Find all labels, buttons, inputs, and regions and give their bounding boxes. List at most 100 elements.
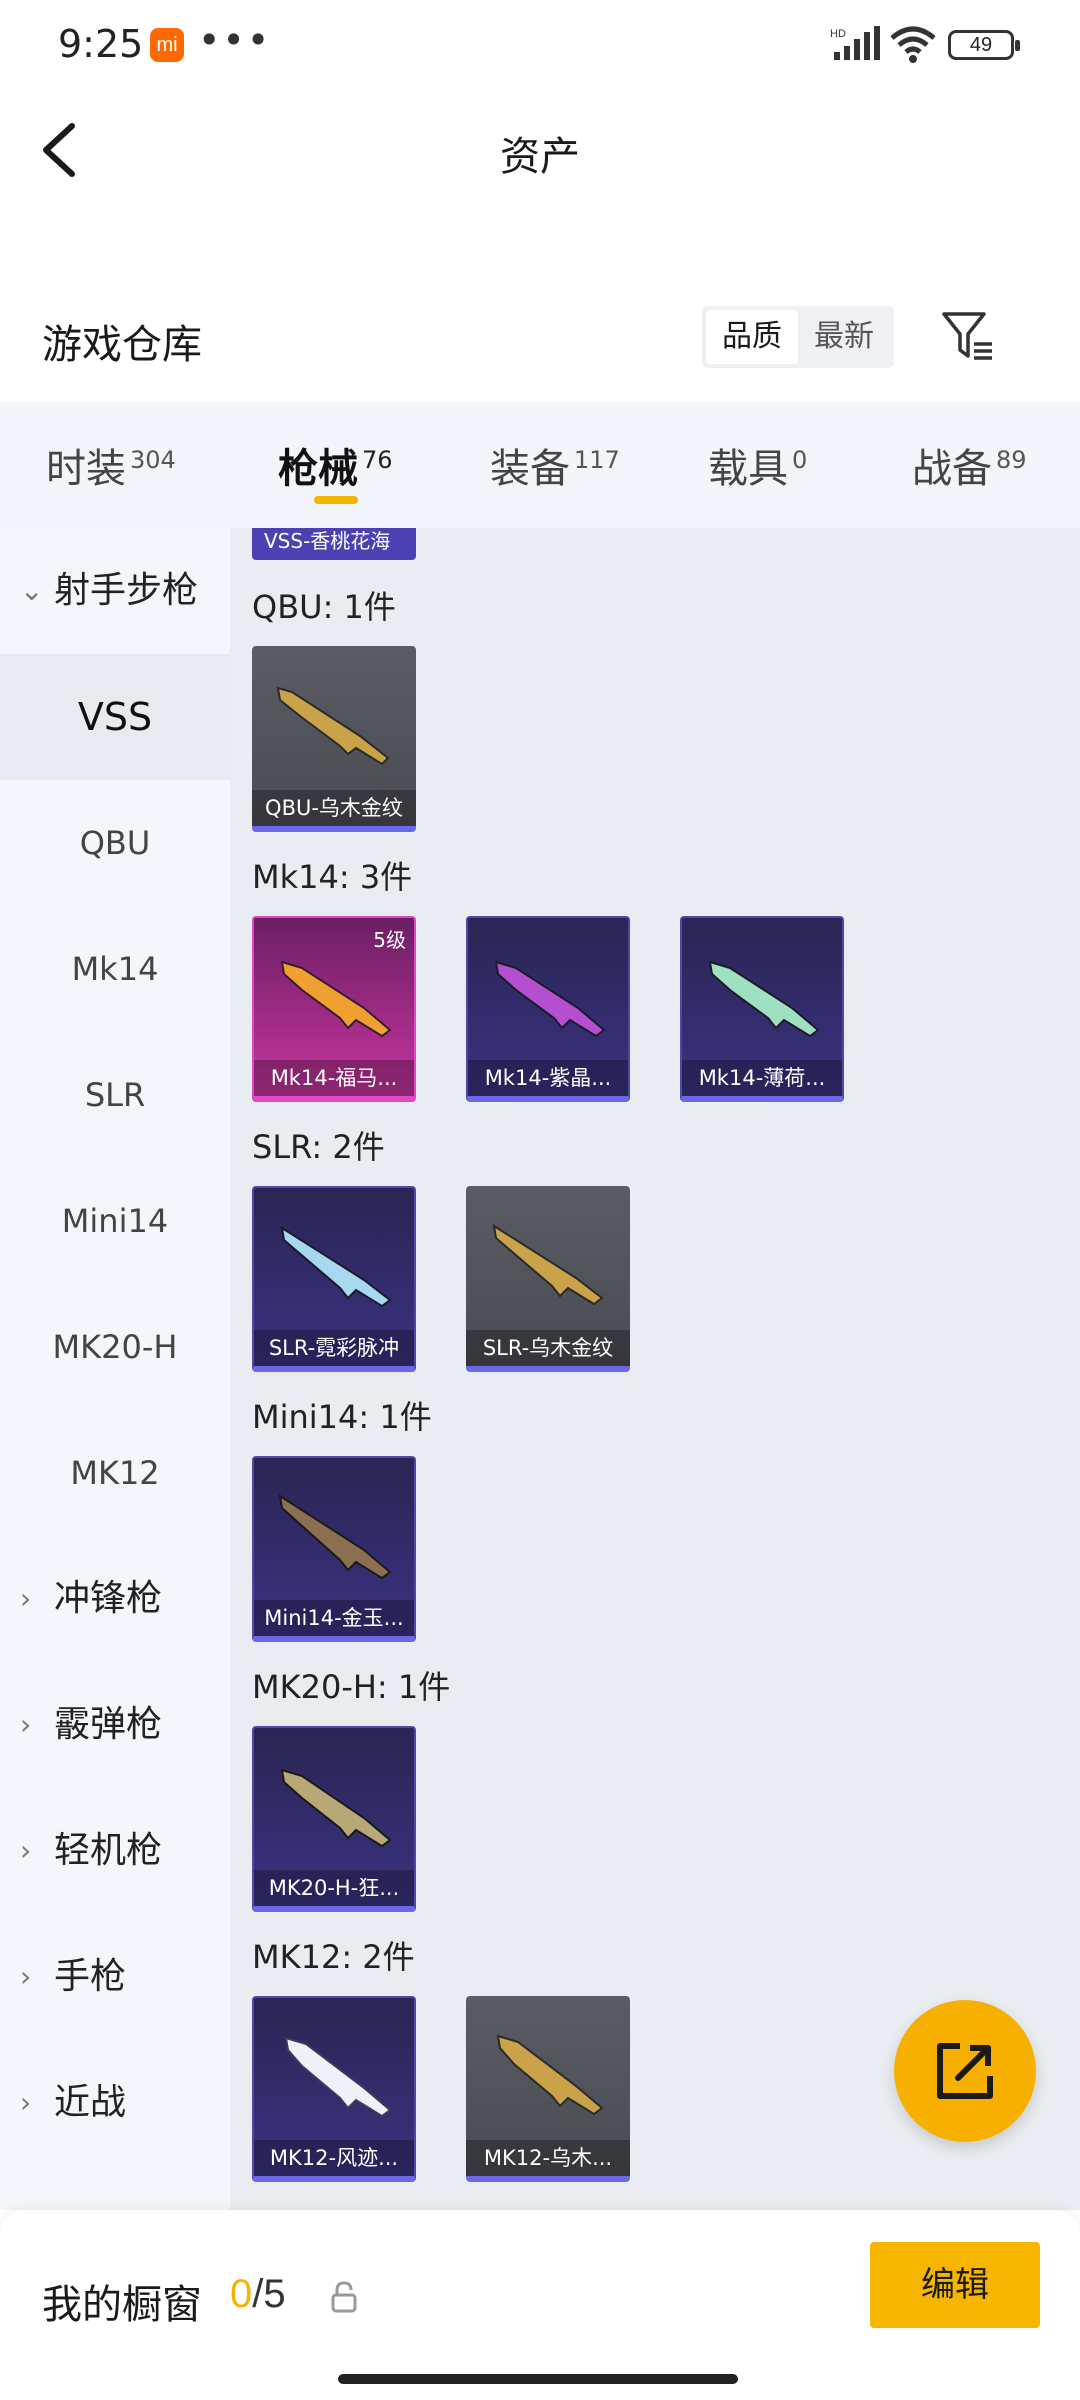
rifle-icon (276, 686, 390, 766)
chevron-right-icon: › (20, 2086, 32, 2119)
home-indicator[interactable] (338, 2374, 738, 2384)
skin-name: SLR-霓彩脉冲 (254, 1330, 414, 1366)
sidebar-item-mini14[interactable]: Mini14 (0, 1158, 230, 1284)
skin-card-partial[interactable]: VSS-香桃花海 (252, 528, 416, 560)
group-label-mk20h: MK20-H: 1件 (252, 1668, 451, 1706)
rifle-icon (280, 1225, 392, 1308)
sidebar-item-label: 轻机枪 (54, 1830, 163, 1871)
more-notifications-icon: ••• (198, 18, 272, 62)
skin-card[interactable]: Mk14-薄荷... (680, 916, 844, 1102)
skin-name: MK12-乌木... (466, 2140, 630, 2176)
group-label-mini14: Mini14: 1件 (252, 1398, 432, 1436)
edit-button[interactable]: 编辑 (870, 2242, 1040, 2328)
tab-label: 枪械 (278, 446, 358, 492)
rifle-icon (492, 1223, 604, 1306)
weapon-sidebar: ⌄ 射手步枪 VSS QBU Mk14 SLR Mini14 MK20-H MK… (0, 528, 230, 2210)
sidebar-item-qbu[interactable]: QBU (0, 780, 230, 906)
skin-card[interactable]: Mini14-金玉... (252, 1456, 416, 1642)
skin-name: Mk14-薄荷... (682, 1060, 842, 1096)
skin-card[interactable]: QBU-乌木金纹 (252, 646, 416, 832)
sidebar-group-melee[interactable]: › 近战 (0, 2040, 230, 2166)
sidebar-group-shotgun[interactable]: › 霰弹枪 (0, 1662, 230, 1788)
warehouse-title: 游戏仓库 (42, 322, 202, 368)
rifle-icon (494, 960, 606, 1038)
skin-name: SLR-乌木金纹 (466, 1330, 630, 1366)
battery-indicator: 49 (948, 30, 1020, 60)
status-time: 9:25 (58, 22, 144, 66)
chevron-down-icon: ⌄ (20, 574, 44, 607)
tab-combat-supplies[interactable]: 战备 89 (912, 436, 1027, 494)
sidebar-item-label: 射手步枪 (54, 570, 199, 611)
rifle-icon (280, 960, 392, 1038)
sidebar-group-marksman-rifles[interactable]: ⌄ 射手步枪 (0, 528, 230, 654)
sidebar-item-label: 手枪 (54, 1956, 127, 1997)
filter-icon[interactable] (940, 308, 996, 364)
sort-toggle: 品质 最新 (702, 306, 894, 368)
skin-name: QBU-乌木金纹 (252, 790, 416, 826)
tab-label: 战备 (912, 446, 992, 492)
skin-name: MK20-H-狂... (254, 1870, 414, 1906)
skin-name: Mk14-紫晶... (468, 1060, 628, 1096)
rifle-icon (280, 1768, 392, 1848)
tab-count: 0 (792, 445, 808, 474)
chevron-right-icon: › (20, 1960, 32, 1993)
sidebar-group-smg[interactable]: › 冲锋枪 (0, 1536, 230, 1662)
chevron-right-icon: › (20, 1582, 32, 1615)
tab-vehicles[interactable]: 载具 0 (708, 436, 807, 494)
skin-card[interactable]: 5级 Mk14-福马... (252, 916, 416, 1102)
rifle-icon (284, 2036, 392, 2118)
sidebar-item-label: 近战 (54, 2082, 127, 2123)
tab-firearms[interactable]: 枪械 76 (278, 436, 393, 494)
external-link-icon (937, 2043, 993, 2099)
sidebar-item-label: 冲锋枪 (54, 1578, 163, 1619)
chevron-right-icon: › (20, 1834, 32, 1867)
tab-label: 时装 (46, 446, 126, 492)
skin-name: MK12-风迹... (254, 2140, 414, 2176)
sidebar-item-slr[interactable]: SLR (0, 1032, 230, 1158)
tab-count: 76 (362, 445, 393, 474)
skin-name: Mk14-福马... (254, 1060, 414, 1096)
skin-card[interactable]: SLR-乌木金纹 (466, 1186, 630, 1372)
lock-icon (331, 2281, 357, 2313)
skin-level-badge: 5级 (373, 928, 406, 952)
rifle-icon (496, 2034, 604, 2116)
status-bar: 9:25 mi ••• HD 49 (0, 0, 1080, 90)
skin-card[interactable]: MK12-风迹... (252, 1996, 416, 2182)
sidebar-item-mk14[interactable]: Mk14 (0, 906, 230, 1032)
chevron-right-icon: › (20, 1708, 32, 1741)
rifle-icon (278, 1493, 392, 1580)
tab-equipment[interactable]: 装备 117 (490, 436, 620, 494)
page-title: 资产 (500, 134, 580, 180)
tab-label: 载具 (708, 446, 788, 492)
sidebar-item-mk12[interactable]: MK12 (0, 1410, 230, 1536)
sort-quality-button[interactable]: 品质 (706, 310, 798, 364)
sidebar-item-vss[interactable]: VSS (0, 654, 230, 780)
group-label-slr: SLR: 2件 (252, 1128, 385, 1166)
sidebar-group-lmg[interactable]: › 轻机枪 (0, 1788, 230, 1914)
sidebar-group-pistol[interactable]: › 手枪 (0, 1914, 230, 2040)
sort-newest-button[interactable]: 最新 (798, 310, 890, 364)
skin-card[interactable]: Mk14-紫晶... (466, 916, 630, 1102)
showcase-bar: 我的橱窗 0/5 编辑 (0, 2210, 1080, 2400)
skin-card[interactable]: SLR-霓彩脉冲 (252, 1186, 416, 1372)
group-label-mk14: Mk14: 3件 (252, 858, 413, 896)
share-fab-button[interactable] (894, 2000, 1036, 2142)
showcase-label: 我的橱窗 (42, 2282, 202, 2328)
group-label-qbu: QBU: 1件 (252, 588, 396, 626)
rifle-icon (708, 960, 820, 1038)
showcase-used: 0 (230, 2272, 253, 2316)
sidebar-item-mk20h[interactable]: MK20-H (0, 1284, 230, 1410)
tab-count: 304 (130, 445, 176, 474)
tab-fashion[interactable]: 时装 304 (46, 436, 176, 494)
showcase-separator: / (252, 2272, 264, 2316)
skin-card[interactable]: MK12-乌木... (466, 1996, 630, 2182)
sidebar-item-label: 霰弹枪 (54, 1704, 163, 1745)
tab-count: 117 (574, 445, 620, 474)
wifi-icon (890, 26, 936, 63)
hd-label: HD (830, 28, 846, 40)
tab-count: 89 (996, 445, 1027, 474)
weapon-skin-grid: VSS-香桃花海 QBU: 1件 QBU-乌木金纹 Mk14: 3件 5级 Mk… (230, 528, 1080, 2210)
cellular-signal-icon: HD (830, 26, 880, 60)
showcase-total: 5 (263, 2272, 286, 2316)
skin-card[interactable]: MK20-H-狂... (252, 1726, 416, 1912)
